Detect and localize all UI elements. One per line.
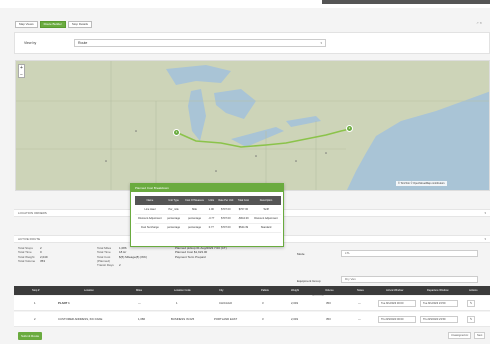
chevron-down-icon: ▾ xyxy=(484,211,486,215)
stat-label: Total Cost (Planned) xyxy=(97,254,111,263)
tab-route-builder[interactable]: Route Builder xyxy=(39,21,66,28)
route-stats-mid: Total Miles 1,086 Total Time 18 Hr Total C… xyxy=(97,246,147,267)
next-button[interactable]: Next xyxy=(474,332,486,339)
window-controls[interactable]: ↗ ✕ xyxy=(476,21,482,25)
chevron-down-icon: ▾ xyxy=(484,237,486,241)
view-by-label: View by xyxy=(24,41,37,45)
cost-breakdown-popup: Planned Cost Breakdown Name Unit Type Cost… xyxy=(130,183,284,247)
equipment-label: Equipment Group xyxy=(297,279,321,283)
route-map[interactable]: 1 2 xyxy=(15,60,490,191)
stat-label: Transit Days xyxy=(97,263,114,268)
map-marker-2[interactable]: 2 xyxy=(346,125,353,132)
arrival-window-input[interactable]: Tue 8/1/2023 00:00 xyxy=(378,300,416,307)
map-marker-1[interactable]: 1 xyxy=(173,129,180,136)
stat-value: 353 xyxy=(40,258,46,263)
arrival-window-input[interactable]: Thu 8/3/2023 00:00 xyxy=(378,316,416,323)
edit-icon[interactable]: ✎ xyxy=(467,300,475,307)
cost-row: Line Haul Per_mile Mile 1.00 $707.00 $707.00… xyxy=(135,205,281,215)
stat-value: $(5) Mileage(8) (WK) xyxy=(119,254,148,259)
stat-label: Total Volume xyxy=(18,258,36,263)
zoom-control: + − xyxy=(18,64,25,78)
stat-value: 2 xyxy=(119,263,121,268)
location-orders-title: LOCATION ORDERS xyxy=(18,211,47,215)
tab-row: Map Views Route Builder Stop Details xyxy=(15,21,92,29)
map-attribution: © TomTom © OpenStreetMap contributors xyxy=(396,181,447,186)
active-route-title: ACTIVE ROUTE xyxy=(18,237,41,241)
departure-window-input[interactable]: Tue 8/1/2023 23:59 xyxy=(420,300,458,307)
table-row[interactable]: 1 PLANT 1 — 1 CHICAGO 3 2,049 353 — Tue … xyxy=(14,296,490,311)
unassigned-button[interactable]: Unassigned Ac xyxy=(448,332,472,339)
mode-select[interactable]: LTL xyxy=(341,250,478,257)
tab-map-views[interactable]: Map Views xyxy=(15,21,38,28)
popup-title: Planned Cost Breakdown xyxy=(131,184,283,192)
chevron-down-icon: ▾ xyxy=(320,41,322,45)
tab-stop-details[interactable]: Stop Details xyxy=(67,21,92,28)
table-row[interactable]: 2 CUSTOMER ADDRESS, INC FAKE 1,086 BUSIN… xyxy=(14,312,490,327)
top-bar-accent xyxy=(322,0,490,4)
equipment-select[interactable]: Dry Van xyxy=(341,276,478,283)
cost-row: Discount Adjustment percentage percentage … xyxy=(135,214,281,224)
stops-table-header: Stop # Location Miles Location Code City… xyxy=(14,286,490,295)
map-canvas xyxy=(16,61,489,190)
departure-window-input[interactable]: Thu 8/3/2023 23:59 xyxy=(420,316,458,323)
view-by-select[interactable]: Route ▾ xyxy=(74,39,326,47)
view-by-value: Route xyxy=(78,41,88,45)
cost-table: Name Unit Type Cost Of Measure Units Rate P… xyxy=(135,196,281,233)
cost-row: Fuel Surcharge percentage percentage 0.77 $… xyxy=(135,223,281,233)
submit-route-button[interactable]: Submit Route xyxy=(18,332,43,340)
planned-info: Planned pickup 01 Aug/2023 7:00 (CT) Pla… xyxy=(175,246,227,259)
edit-icon[interactable]: ✎ xyxy=(467,316,475,323)
mode-label: Mode xyxy=(297,252,305,256)
zoom-out-button[interactable]: − xyxy=(19,72,24,79)
route-stats-left: Total Stops 2 Total Time 0 Total Weight 2,0… xyxy=(18,246,48,263)
